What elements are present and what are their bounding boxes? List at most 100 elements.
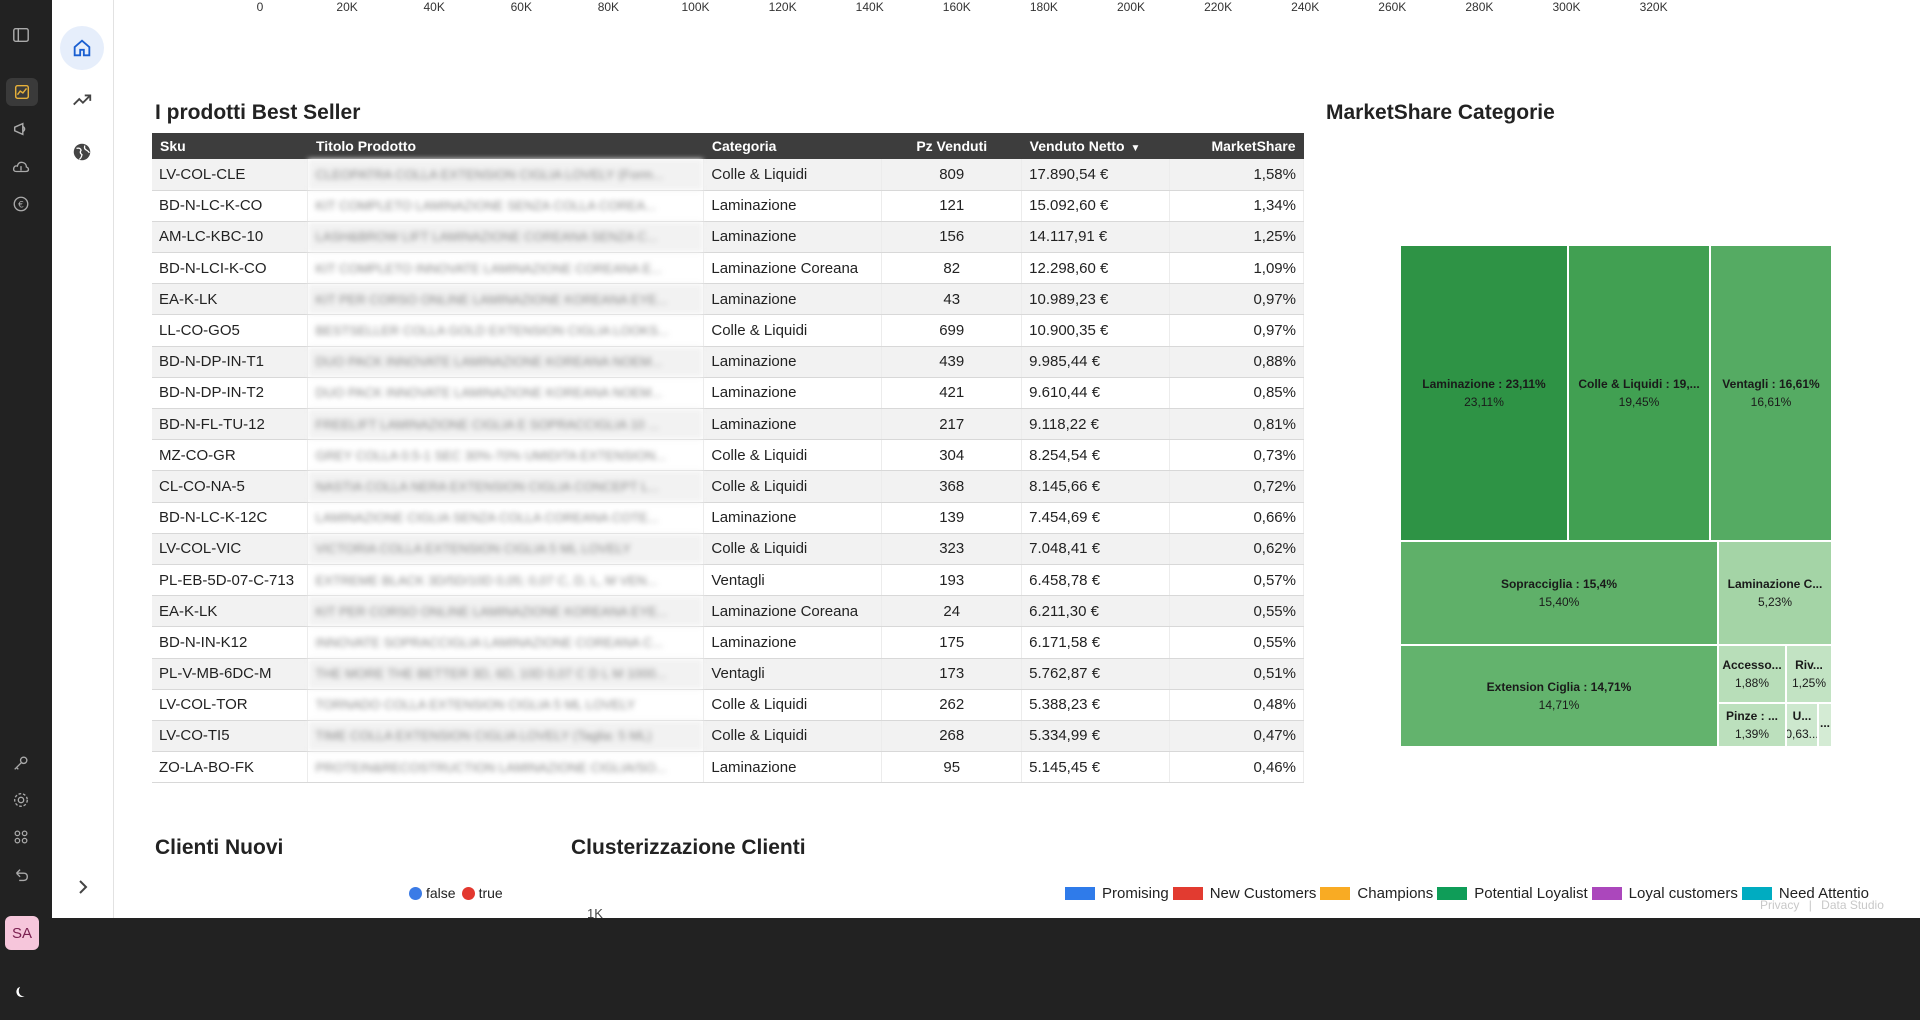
treemap-tile[interactable]: Accesso... 1,88% xyxy=(1718,645,1786,703)
cell-net: 6.211,30 € xyxy=(1021,595,1171,628)
cell-sku: MZ-CO-GR xyxy=(152,439,309,472)
key-icon[interactable] xyxy=(10,752,32,774)
table-row[interactable]: AM-LC-KBC-10 LASH&BROW LIFT LAMINAZIONE C… xyxy=(152,221,1304,254)
cell-pz: 175 xyxy=(881,626,1023,659)
column-header-share[interactable]: MarketShare xyxy=(1169,133,1304,159)
treemap-tile-label: Sopracciglia : 15,4% xyxy=(1500,577,1618,591)
cell-sku: BD-N-LC-K-12C xyxy=(152,502,309,534)
sidebar-toggle-icon[interactable] xyxy=(10,24,32,46)
table-row[interactable]: PL-EB-5D-07-C-713 EXTREME BLACK 3D/5D/10D… xyxy=(152,564,1304,597)
table-row[interactable]: LV-COL-TOR TORNADO COLLA EXTENSION CIGLIA… xyxy=(152,689,1304,721)
cluster-legend-item[interactable]: Champions xyxy=(1320,885,1433,902)
cluster-legend-item[interactable]: Potential Loyalist xyxy=(1437,885,1588,902)
avatar[interactable]: SA xyxy=(5,916,39,950)
cell-category: Colle & Liquidi xyxy=(703,314,883,347)
table-row[interactable]: BD-N-LCI-K-CO KIT COMPLETO INNOVATE LAMIN… xyxy=(152,252,1304,285)
analytics-icon[interactable] xyxy=(6,78,38,106)
axis-tick-label: 80K xyxy=(597,0,620,14)
home-icon[interactable] xyxy=(60,26,104,70)
legend-swatch xyxy=(1172,887,1203,900)
treemap-tile-value: 1,88% xyxy=(1734,676,1770,690)
cluster-legend-item[interactable]: Promising xyxy=(1065,885,1169,902)
table-row[interactable]: BD-N-DP-IN-T2 DUO PACK INNOVATE LAMINAZIO… xyxy=(152,377,1304,410)
cell-sku: LV-COL-CLE xyxy=(152,159,309,191)
table-row[interactable]: BD-N-FL-TU-12 FREELIFT LAMINAZIONE CIGLIA… xyxy=(152,408,1304,441)
cell-title: LAMINAZIONE CIGLIA SENZA COLLA COREANA C… xyxy=(307,502,705,534)
table-row[interactable]: LV-COL-CLE CLEOPATRA COLLA EXTENSION CIGL… xyxy=(152,159,1304,191)
cell-pz: 173 xyxy=(881,658,1023,690)
treemap-tile[interactable]: ... xyxy=(1818,703,1832,747)
data-studio-link[interactable]: Data Studio xyxy=(1821,898,1884,912)
apps-icon[interactable] xyxy=(10,826,32,848)
treemap-tile-label: Riv... xyxy=(1795,658,1823,672)
privacy-link[interactable]: Privacy xyxy=(1760,898,1799,912)
cell-category: Ventagli xyxy=(703,658,883,690)
euro-icon[interactable]: € xyxy=(10,193,32,215)
globe-icon[interactable] xyxy=(60,130,104,174)
cell-net: 7.048,41 € xyxy=(1021,533,1171,565)
megaphone-icon[interactable] xyxy=(10,118,32,140)
treemap-tile[interactable]: Riv... 1,25% xyxy=(1786,645,1832,703)
table-row[interactable]: BD-N-IN-K12 INNOVATE SOPRACCIGLIA LAMINAZ… xyxy=(152,626,1304,659)
moon-icon[interactable] xyxy=(10,982,32,1004)
treemap-tile[interactable]: Ventagli : 16,61% 16,61% xyxy=(1710,245,1832,541)
table-row[interactable]: LV-COL-VIC VICTORIA COLLA EXTENSION CIGLI… xyxy=(152,533,1304,565)
treemap-tile[interactable]: Sopracciglia : 15,4% 15,40% xyxy=(1400,541,1718,645)
clienti-axis-label: 1K xyxy=(587,906,603,918)
treemap-tile-label: Accesso... xyxy=(1722,658,1782,672)
axis-tick-label: 0 xyxy=(256,0,264,14)
treemap-tile[interactable]: Colle & Liquidi : 19,... 19,45% xyxy=(1568,245,1710,541)
cell-category: Colle & Liquidi xyxy=(703,689,883,721)
cell-sku: BD-N-DP-IN-T2 xyxy=(152,377,309,410)
cell-share: 0,55% xyxy=(1169,626,1304,659)
clienti-nuovi-legend: false true xyxy=(409,885,503,901)
treemap-tile[interactable]: Laminazione C... 5,23% xyxy=(1718,541,1832,645)
treemap-tile-label: ... xyxy=(1819,716,1830,730)
table-row[interactable]: LL-CO-GO5 BESTSELLER COLLA GOLD EXTENSION… xyxy=(152,314,1304,347)
cell-share: 0,85% xyxy=(1169,377,1304,410)
cell-category: Laminazione xyxy=(703,190,883,222)
column-header-title[interactable]: Titolo Prodotto xyxy=(307,133,704,159)
column-header-category[interactable]: Categoria xyxy=(703,133,882,159)
table-row[interactable]: EA-K-LK KIT PER CORSO ONLINE LAMINAZIONE … xyxy=(152,283,1304,316)
undo-icon[interactable] xyxy=(10,864,32,886)
cloud-upload-icon[interactable] xyxy=(10,156,32,178)
cell-sku: ZO-LA-BO-FK xyxy=(152,751,309,784)
cell-share: 0,66% xyxy=(1169,502,1304,534)
avatar-initials: SA xyxy=(11,924,32,942)
gear-icon[interactable] xyxy=(10,789,32,811)
cell-net: 5.388,23 € xyxy=(1021,689,1171,721)
treemap-tile[interactable]: U... 0,63... xyxy=(1786,703,1818,747)
legend-swatch xyxy=(1320,887,1351,900)
treemap-tile[interactable]: Pinze : ... 1,39% xyxy=(1718,703,1786,747)
report-canvas: 0 20K 40K 60K 80K 100K 120K 140K 160K 180K 200K 220… xyxy=(52,0,1920,918)
trending-up-icon[interactable] xyxy=(60,78,104,122)
table-row[interactable]: EA-K-LK KIT PER CORSO ONLINE LAMINAZIONE … xyxy=(152,595,1304,628)
cluster-legend-item[interactable]: Loyal customers xyxy=(1591,885,1738,902)
column-header-pz[interactable]: Pz Venduti xyxy=(881,133,1022,159)
cell-pz: 156 xyxy=(881,221,1023,254)
table-row[interactable]: BD-N-DP-IN-T1 DUO PACK INNOVATE LAMINAZIO… xyxy=(152,346,1304,378)
cell-sku: PL-EB-5D-07-C-713 xyxy=(152,564,309,597)
table-row[interactable]: LV-CO-TI5 TIME COLLA EXTENSION CIGLIA LOV… xyxy=(152,720,1304,753)
chevron-right-icon[interactable] xyxy=(72,876,94,898)
column-header-net[interactable]: Venduto Netto ▼ xyxy=(1021,133,1170,159)
cell-title: INNOVATE SOPRACCIGLIA LAMINAZIONE COREAN… xyxy=(307,626,705,659)
axis-tick-label: 60K xyxy=(510,0,532,14)
cell-net: 5.334,99 € xyxy=(1021,720,1171,753)
treemap-tile[interactable]: Extension Ciglia : 14,71% 14,71% xyxy=(1400,645,1718,747)
table-row[interactable]: PL-V-MB-6DC-M THE MORE THE BETTER 3D, 6D,… xyxy=(152,658,1304,690)
table-row[interactable]: MZ-CO-GR GREY COLLA 0.5-1 SEC 30%-70% UMI… xyxy=(152,439,1304,472)
cell-share: 0,46% xyxy=(1169,751,1304,784)
cell-title: PROTEIN&RECOSTRUCTION LAMINAZIONE CIGLIA… xyxy=(307,751,705,784)
legend-swatch xyxy=(1437,887,1468,900)
table-row[interactable]: ZO-LA-BO-FK PROTEIN&RECOSTRUCTION LAMINAZ… xyxy=(152,751,1304,784)
treemap-tile[interactable]: Laminazione : 23,11% 23,11% xyxy=(1400,245,1568,541)
table-row[interactable]: CL-CO-NA-5 NASTIA COLLA NERA EXTENSION CI… xyxy=(152,470,1304,503)
cell-share: 0,97% xyxy=(1169,314,1304,347)
table-row[interactable]: BD-N-LC-K-12C LAMINAZIONE CIGLIA SENZA CO… xyxy=(152,502,1304,534)
footer-separator: | xyxy=(1808,898,1812,912)
table-row[interactable]: BD-N-LC-K-CO KIT COMPLETO LAMINAZIONE SEN… xyxy=(152,190,1304,222)
cluster-legend-item[interactable]: New Customers xyxy=(1172,885,1316,902)
column-header-sku[interactable]: Sku xyxy=(152,133,308,159)
